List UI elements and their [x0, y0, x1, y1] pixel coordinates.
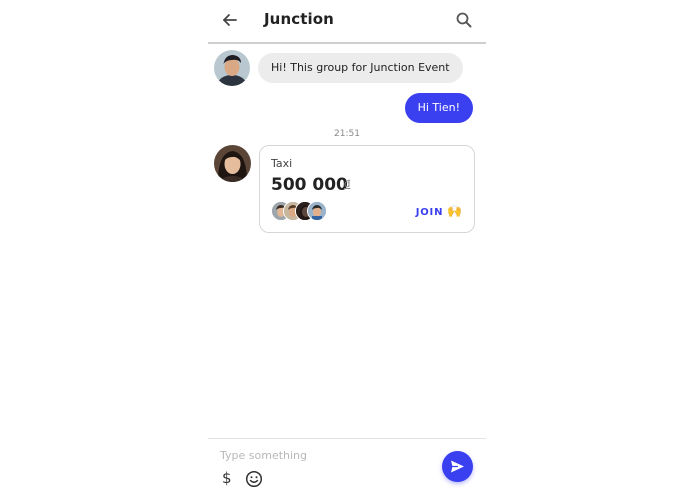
message-timestamp: 21:51 — [334, 129, 360, 139]
sender-avatar-female[interactable] — [214, 145, 251, 182]
chat-title: Junction — [264, 10, 334, 28]
message-input[interactable] — [218, 445, 412, 465]
outgoing-message: Hi Tien! — [404, 93, 473, 123]
sender-avatar-male[interactable] — [214, 50, 250, 86]
smiley-icon — [245, 470, 263, 488]
emoji-button[interactable] — [245, 470, 263, 488]
payment-label: Taxi — [271, 157, 293, 170]
send-icon — [451, 460, 464, 473]
search-icon — [456, 12, 472, 28]
join-button[interactable]: JOIN 🙌 — [416, 204, 463, 220]
arrow-left-icon — [223, 14, 237, 26]
participant-avatars[interactable] — [271, 201, 341, 221]
payment-amount: 500 000 — [271, 175, 348, 195]
send-money-button[interactable]: $ — [222, 469, 232, 487]
raised-hands-icon: 🙌 — [447, 204, 463, 218]
search-button[interactable] — [454, 10, 474, 30]
chat-screen: Junction Hi! This group for Junction Eve… — [208, 0, 486, 494]
participant-avatar — [307, 201, 327, 221]
join-label: JOIN — [415, 207, 444, 218]
message-composer: $ — [208, 438, 486, 495]
payment-request-card[interactable]: Taxi 500 000 đ JOIN 🙌 — [259, 145, 475, 233]
incoming-message: Hi! This group for Junction Event — [258, 53, 463, 83]
send-button[interactable] — [442, 451, 473, 482]
currency-symbol: đ — [344, 179, 351, 190]
back-button[interactable] — [220, 10, 240, 30]
dollar-icon: $ — [222, 469, 232, 487]
chat-header: Junction — [208, 0, 486, 44]
